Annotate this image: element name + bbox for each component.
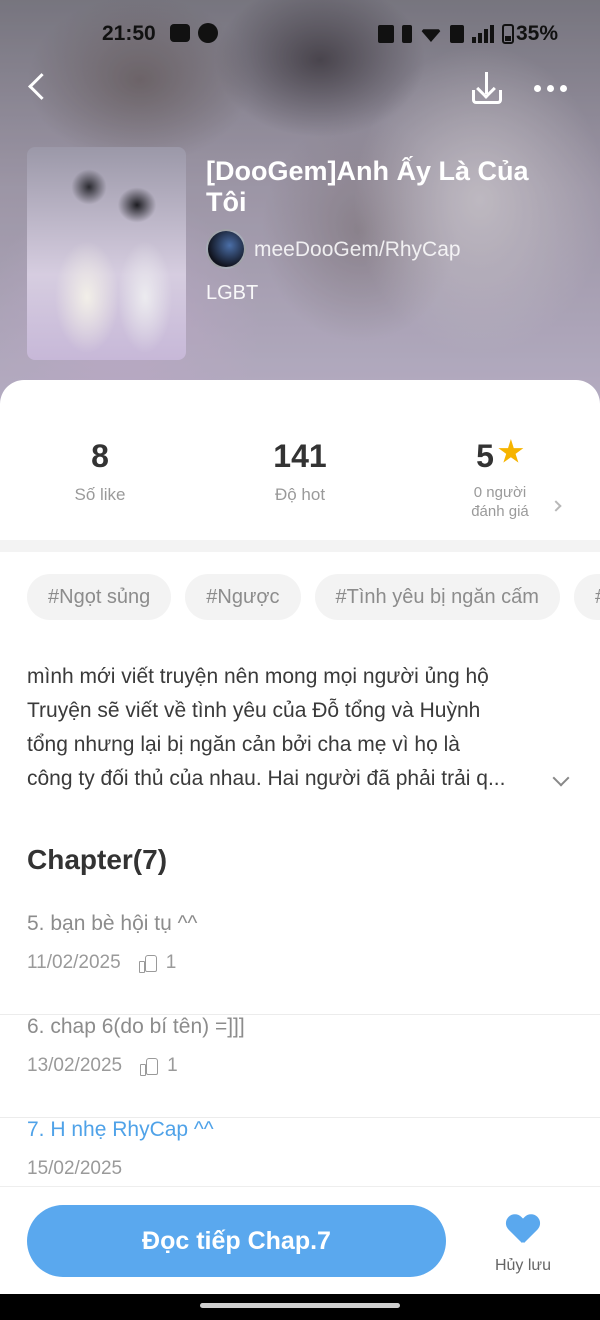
story-genre[interactable]: LGBT bbox=[206, 282, 258, 305]
signal-icon bbox=[471, 25, 494, 43]
status-time: 21:50 bbox=[102, 22, 156, 45]
chapter-title: 7. H nhẹ RhyCap ^^ bbox=[27, 1118, 214, 1141]
stats-row: 8 Số like 141 Độ hot 5 0 người đánh giá bbox=[0, 380, 600, 540]
heart-icon[interactable] bbox=[506, 1215, 540, 1245]
home-indicator[interactable] bbox=[200, 1303, 400, 1308]
chapter-title: 6. chap 6(do bí tên) =]]] bbox=[27, 1015, 245, 1038]
battery-percent: 35% bbox=[515, 22, 558, 45]
chapter-item[interactable]: 5. bạn bè hội tụ ^^ 11/02/2025 1 bbox=[0, 912, 600, 1015]
description-line: tổng nhưng lại bị ngăn cản bởi cha mẹ vì… bbox=[27, 733, 460, 756]
expand-chevron-icon[interactable] bbox=[552, 769, 570, 787]
system-navigation-bar bbox=[0, 1294, 600, 1320]
tag-list: #Ngọt sủng #Ngược #Tình yêu bị ngăn cấm # bbox=[27, 574, 600, 620]
bluetooth-icon bbox=[401, 25, 412, 43]
rating-value: 5 bbox=[476, 438, 494, 474]
section-divider bbox=[0, 540, 600, 552]
likes-label: Số like bbox=[74, 485, 126, 504]
hot-label: Độ hot bbox=[274, 485, 326, 504]
story-detail-card: 8 Số like 141 Độ hot 5 0 người đánh giá … bbox=[0, 380, 600, 1320]
story-cover-image bbox=[27, 147, 186, 360]
vibrate-icon bbox=[377, 25, 394, 43]
chapter-likes: 1 bbox=[167, 1055, 178, 1076]
stat-hot: 141 Độ hot bbox=[200, 438, 400, 505]
stat-rating[interactable]: 5 0 người đánh giá bbox=[400, 438, 600, 521]
status-right-icons: 35% bbox=[377, 22, 558, 46]
chapter-item[interactable]: 6. chap 6(do bí tên) =]]] 13/02/2025 1 bbox=[0, 1015, 600, 1118]
thumbs-up-icon bbox=[138, 955, 157, 973]
chapter-date: 13/02/2025 bbox=[27, 1055, 123, 1076]
tag-chip[interactable]: #Ngược bbox=[185, 574, 301, 620]
stat-likes: 8 Số like bbox=[0, 438, 200, 505]
description-line: công ty đối thủ của nhau. Hai người đã p… bbox=[27, 767, 506, 790]
unsave-label[interactable]: Hủy lưu bbox=[486, 1257, 560, 1275]
tag-chip[interactable]: #Ngọt sủng bbox=[27, 574, 172, 620]
story-description[interactable]: mình mới viết truyện nên mong mọi người … bbox=[27, 660, 547, 796]
volte-icon bbox=[449, 25, 464, 43]
continue-reading-button[interactable]: Đọc tiếp Chap.7 bbox=[27, 1205, 446, 1277]
download-icon[interactable] bbox=[468, 68, 506, 108]
author-avatar[interactable] bbox=[206, 229, 246, 269]
author-name[interactable]: meeDooGem/RhyCap bbox=[254, 238, 461, 262]
battery-icon bbox=[501, 24, 514, 44]
tag-chip[interactable]: #Tình yêu bị ngăn cấm bbox=[314, 574, 560, 620]
wifi-icon bbox=[419, 29, 442, 42]
tag-chip[interactable]: # bbox=[573, 574, 600, 620]
chapter-date: 15/02/2025 bbox=[27, 1158, 123, 1179]
description-line: mình mới viết truyện nên mong mọi người … bbox=[27, 665, 489, 688]
rating-count-label-2: đánh giá bbox=[471, 503, 529, 520]
thumbs-up-icon bbox=[140, 1058, 159, 1076]
star-icon bbox=[498, 439, 524, 463]
status-bar: 21:50 35% bbox=[0, 18, 600, 52]
zalo-icon bbox=[170, 24, 190, 42]
story-title: [DooGem]Anh Ấy Là Của Tôi bbox=[206, 156, 529, 217]
back-chevron-icon[interactable] bbox=[22, 70, 58, 106]
rating-count-label: 0 người bbox=[473, 484, 527, 501]
chapter-date: 11/02/2025 bbox=[27, 952, 121, 973]
chapter-likes: 1 bbox=[165, 952, 177, 973]
pinterest-icon bbox=[198, 23, 218, 43]
hot-count: 141 bbox=[273, 438, 327, 474]
more-dots-icon[interactable] bbox=[534, 78, 574, 98]
likes-count: 8 bbox=[91, 438, 109, 474]
bottom-action-bar: Đọc tiếp Chap.7 Hủy lưu bbox=[0, 1186, 600, 1294]
chapter-title: 5. bạn bè hội tụ ^^ bbox=[27, 912, 198, 935]
chapter-heading: Chapter(7) bbox=[27, 844, 168, 875]
description-line: Truyện sẽ viết về tình yêu của Đỗ tổng v… bbox=[27, 699, 481, 722]
